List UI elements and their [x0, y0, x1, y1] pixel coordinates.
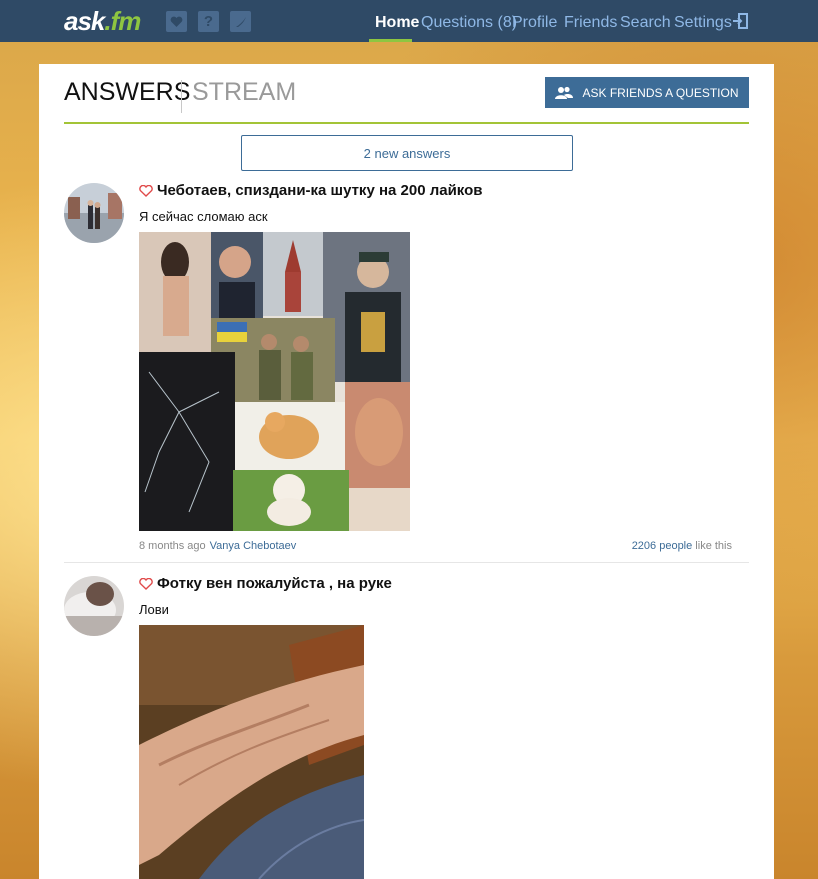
avatar[interactable]: [64, 183, 124, 243]
answer-arm-photo[interactable]: [139, 625, 364, 879]
ask-friends-button[interactable]: ASK FRIENDS A QUESTION: [545, 77, 749, 108]
post-divider: [64, 562, 749, 563]
nav-questions[interactable]: Questions (8): [421, 14, 517, 32]
main-panel: ANSWERS STREAM ASK FRIENDS A QUESTION 2 …: [39, 64, 774, 879]
nav-settings[interactable]: Settings: [674, 14, 732, 32]
answer-collage-image[interactable]: [139, 232, 410, 531]
question-title[interactable]: Фотку вен пожалуйста , на руке: [139, 575, 392, 592]
nav-friends[interactable]: Friends: [564, 14, 617, 32]
answer-author-link[interactable]: Vanya Chebotaev: [210, 540, 297, 552]
new-answers-button[interactable]: 2 new answers: [241, 135, 573, 171]
likes-number[interactable]: 2206 people: [632, 540, 693, 552]
tab-stream[interactable]: STREAM: [192, 78, 296, 107]
avatar[interactable]: [64, 576, 124, 636]
question-icon[interactable]: ?: [198, 11, 219, 32]
tab-answers[interactable]: ANSWERS: [64, 78, 190, 107]
question-title[interactable]: Чеботаев, спиздани-ка шутку на 200 лайко…: [139, 182, 483, 199]
answer-text: Я сейчас сломаю аск: [139, 209, 268, 224]
header-rule: [64, 122, 749, 124]
likes-count[interactable]: 2206 people like this: [632, 540, 732, 552]
answer-text: Лови: [139, 602, 169, 617]
ask-friends-label: ASK FRIENDS A QUESTION: [582, 85, 739, 100]
askfm-logo[interactable]: ask.fm: [64, 6, 141, 36]
shoutout-icon[interactable]: [230, 11, 251, 32]
logout-icon[interactable]: [732, 13, 748, 29]
like-heart-icon[interactable]: [139, 578, 153, 590]
top-nav-bar: ask.fm ? Home Questions (8) Profile Frie…: [0, 0, 818, 42]
friends-icon: [555, 86, 574, 99]
nav-home[interactable]: Home: [375, 14, 419, 32]
answer-meta: 8 months ago Vanya Chebotaev: [139, 540, 296, 552]
answer-time[interactable]: 8 months ago: [139, 540, 206, 552]
heart-icon[interactable]: [166, 11, 187, 32]
nav-profile[interactable]: Profile: [512, 14, 557, 32]
like-heart-icon[interactable]: [139, 185, 153, 197]
likes-suffix: like this: [692, 540, 732, 552]
nav-active-indicator: [369, 39, 412, 42]
nav-search[interactable]: Search: [620, 14, 671, 32]
tab-divider: [181, 80, 182, 113]
